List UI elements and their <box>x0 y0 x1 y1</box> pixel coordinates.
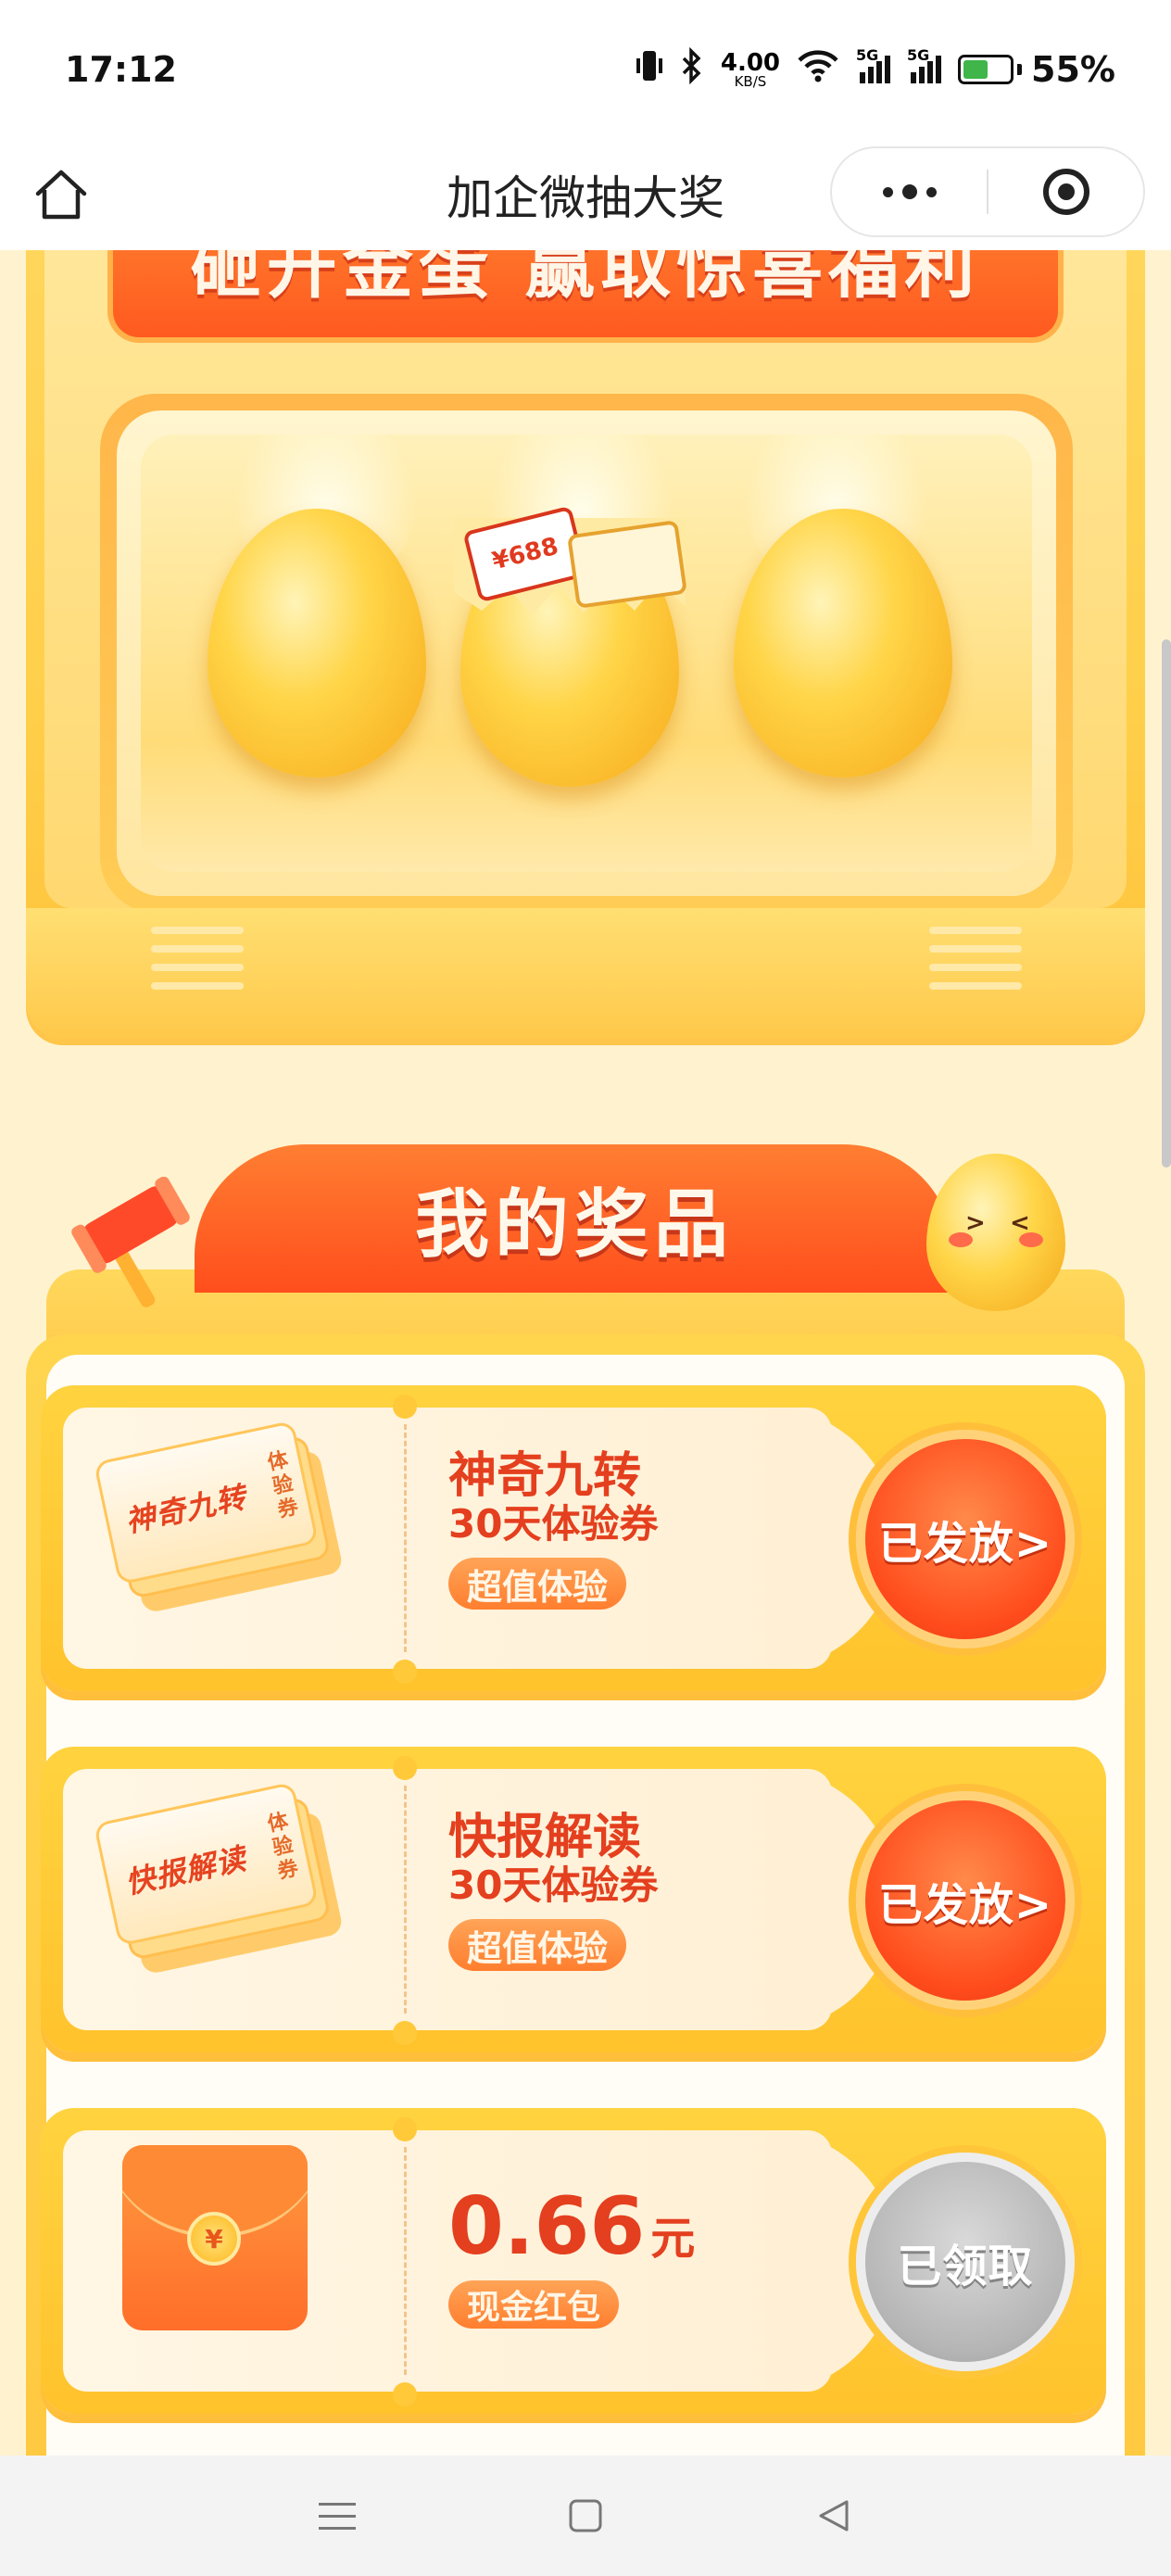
prize-tag: 超值体验 <box>448 1919 627 1971</box>
signal-2-tag: 5G <box>907 46 930 64</box>
close-mini-program-button[interactable] <box>988 169 1143 215</box>
ticket-label: 神奇九转 <box>121 1479 249 1539</box>
ticket-label: 快报解读 <box>121 1840 249 1900</box>
my-prizes-header: 我的奖品 <box>195 1144 954 1293</box>
scrollbar[interactable] <box>1162 639 1171 1168</box>
hammer-icon <box>71 1177 190 1307</box>
main-content[interactable]: 砸开金蛋 赢取惊喜福利 ¥688 我的奖品 > < 神奇九转 体验券 神奇九转 … <box>0 250 1171 2456</box>
battery-fill <box>963 60 988 79</box>
battery-indicator: 55% <box>958 49 1115 90</box>
menu-icon <box>319 2503 356 2530</box>
issued-button[interactable]: 已发放> <box>856 1430 1075 1648</box>
network-speed-unit: KB/S <box>734 72 767 90</box>
back-triangle-icon <box>819 2500 849 2532</box>
network-speed-value: 4.00 <box>720 48 781 77</box>
cell-signal-1: 5G <box>856 46 891 83</box>
red-packet-icon: ¥ <box>122 2145 308 2330</box>
status-icons: 4.00 KB/S 5G 5G 55% <box>636 46 1115 93</box>
signal-1-tag: 5G <box>856 46 879 64</box>
prize-tag: 超值体验 <box>448 1558 627 1610</box>
right-vent <box>929 927 1022 990</box>
mini-program-nav-bar: 加企微抽大奖 <box>0 139 1171 250</box>
golden-egg-machine: 砸开金蛋 赢取惊喜福利 ¥688 <box>26 250 1145 1038</box>
page-title: 加企微抽大奖 <box>447 171 724 225</box>
prize-card: 神奇九转 体验券 神奇九转 30天体验券 超值体验 已发放> <box>41 1385 1106 1691</box>
battery-percent: 55% <box>1031 49 1115 90</box>
home-nav-button[interactable] <box>558 2488 613 2544</box>
status-time: 17:12 <box>65 49 177 90</box>
coupon-card-icon <box>567 520 687 609</box>
my-prizes-title: 我的奖品 <box>415 1181 734 1268</box>
cash-amount-unit: 元 <box>650 2213 696 2265</box>
machine-banner: 砸开金蛋 赢取惊喜福利 <box>107 250 1064 343</box>
page: 17:12 4.00 KB/S 5G 5G 55% 加企微抽大奖 砸开金蛋 赢取… <box>0 0 1171 2576</box>
coupon-688-text: ¥688 <box>489 532 561 576</box>
claimed-button[interactable]: 已领取 <box>856 2153 1075 2371</box>
menu-button[interactable] <box>309 2488 365 2544</box>
vibrate-icon <box>636 47 663 93</box>
egg-mascot: > < <box>926 1154 1065 1311</box>
issued-button[interactable]: 已发放> <box>856 1791 1075 2010</box>
prize-tag: 现金红包 <box>448 2280 620 2329</box>
prize-subtitle: 30天体验券 <box>448 1863 659 1908</box>
machine-base <box>26 908 1145 1038</box>
prize-card: ¥ 0.66 元 现金红包 已领取 <box>41 2108 1106 2414</box>
bluetooth-icon <box>680 46 704 93</box>
network-speed: 4.00 KB/S <box>721 51 780 89</box>
capsule-menu <box>830 146 1145 237</box>
status-bar: 17:12 4.00 KB/S 5G 5G 55% <box>0 0 1171 139</box>
cell-signal-2: 5G <box>907 46 942 83</box>
target-close-icon <box>1042 169 1089 215</box>
back-button[interactable] <box>806 2488 862 2544</box>
home-icon <box>35 170 87 220</box>
issued-button-label: 已发放> <box>877 1879 1053 1931</box>
claimed-button-label: 已领取 <box>897 2241 1034 2292</box>
egg-tray: ¥688 <box>100 394 1073 913</box>
coin-icon: ¥ <box>187 2212 241 2266</box>
prize-subtitle: 30天体验券 <box>448 1501 659 1547</box>
cash-amount: 0.66 元 <box>448 2182 695 2271</box>
banner-text: 砸开金蛋 赢取惊喜福利 <box>190 250 981 308</box>
wifi-icon <box>797 49 839 91</box>
home-button[interactable] <box>28 161 94 228</box>
more-button[interactable] <box>832 184 987 199</box>
issued-button-label: 已发放> <box>877 1518 1053 1570</box>
prize-name: 神奇九转 <box>448 1448 642 1504</box>
battery-icon <box>958 55 1014 84</box>
prize-card: 快报解读 体验券 快报解读 30天体验券 超值体验 已发放> <box>41 1747 1106 2052</box>
left-vent <box>151 927 244 990</box>
cash-amount-value: 0.66 <box>448 2180 646 2273</box>
square-home-icon <box>569 2499 602 2532</box>
prize-name: 快报解读 <box>448 1810 642 1865</box>
system-nav-bar <box>0 2456 1171 2576</box>
